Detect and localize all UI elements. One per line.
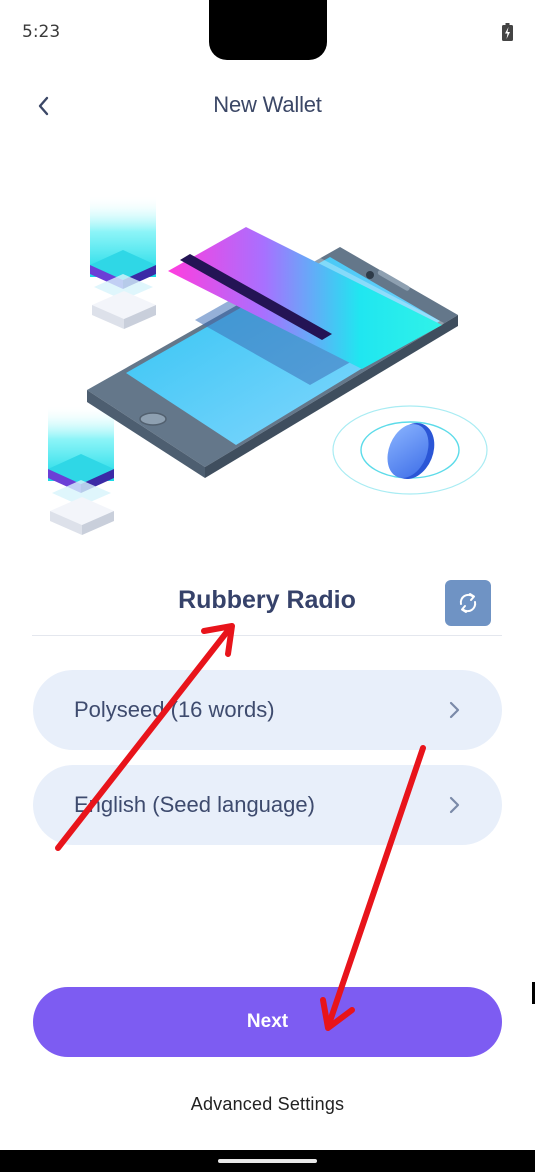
status-time: 5:23 [22,22,61,42]
home-gesture-bar[interactable] [218,1159,317,1163]
seed-type-selector[interactable]: Polyseed (16 words) [33,670,502,750]
page-title: New Wallet [213,92,322,117]
app-header: New Wallet [0,80,535,132]
battery-charging-icon [502,23,513,41]
status-bar: 5:23 [0,0,535,64]
seed-language-selector[interactable]: English (Seed language) [33,765,502,845]
seed-language-label: English (Seed language) [74,792,315,817]
refresh-name-button[interactable] [445,580,491,626]
wallet-name-row: Rubbery Radio [32,578,502,636]
advanced-settings-link[interactable]: Advanced Settings [0,1094,535,1115]
seed-type-label: Polyseed (16 words) [74,697,275,722]
camera-notch [209,0,327,60]
refresh-icon [459,593,477,613]
chevron-right-icon [449,701,460,719]
system-nav-bar [0,1150,535,1172]
next-button[interactable]: Next [33,987,502,1057]
wallet-name[interactable]: Rubbery Radio [32,586,502,615]
chevron-right-icon [449,796,460,814]
phone-card-coin-illustration [48,195,488,535]
